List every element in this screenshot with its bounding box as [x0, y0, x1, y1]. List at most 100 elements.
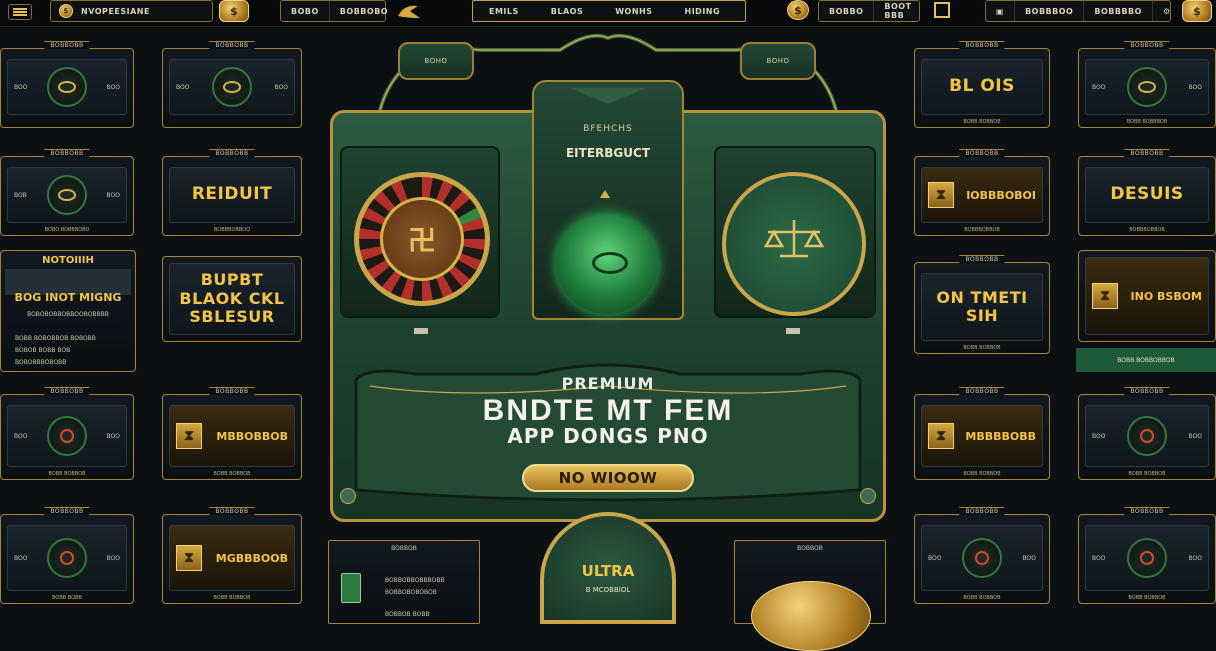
card-tab: BOBBOBB	[209, 149, 255, 157]
card-stat: BOO	[14, 83, 28, 91]
info-line: BOBBOBBOBBBOBB	[385, 577, 445, 584]
promo-card[interactable]: BOBBOBB REIDUIT BOBBBOBBOO	[162, 149, 302, 236]
card-tab: BOBBOBB	[959, 149, 1005, 157]
game-ring-icon	[46, 175, 87, 215]
gold-coin-icon	[751, 581, 871, 651]
topbar-group-2: BOBBO BOOT BBB	[818, 0, 920, 22]
promo-card[interactable]: BUPBT BLAOK CKL SBLESUR	[162, 256, 302, 342]
game-card[interactable]: BOBBOBB BOO BOO BOBB BOBBOB	[914, 507, 1050, 604]
info-title: BOBBOB	[391, 545, 417, 552]
center-subtitle: BFEHCHS	[583, 124, 633, 134]
bottom-info-card[interactable]: BOBBOB	[734, 540, 886, 651]
nav-item[interactable]: HIDING	[669, 1, 737, 21]
reward-card[interactable]: BOBBOBB ⧗ IOBBBOBOI BOBBBOBBOB	[914, 149, 1050, 236]
topbar-item[interactable]: BOBBOBO	[330, 1, 398, 21]
card-footer: BOBB BOBBOB	[213, 471, 251, 477]
reward-label: MGBBBOOB	[215, 551, 288, 565]
nav-item[interactable]: BLAOS	[535, 1, 599, 21]
green-action-bar[interactable]: BOBB BOBBOBBOB	[1076, 348, 1216, 372]
indicator	[414, 328, 428, 334]
info-line: BOBBOB BOBB	[385, 611, 430, 618]
info-line: BOBBOBOBOBOB	[385, 589, 437, 596]
dollar-coin-icon[interactable]: $	[219, 0, 249, 22]
topbar-item[interactable]: BOBO	[281, 1, 330, 21]
game-card[interactable]: BOBBOBB BOB BOO BOBO BOBBBOBO	[0, 149, 134, 236]
card-footer: BOBBBOBBOB	[964, 227, 1000, 233]
game-card[interactable]: BOBBOBB BOO BOO BOBB BOBB	[0, 507, 134, 604]
card-stat: BOO	[1092, 83, 1106, 91]
card-tab: BOBBOBB	[209, 507, 255, 515]
game-card[interactable]: BOBBOBB BOO BOO	[162, 41, 302, 128]
reward-label: INO BSBOM	[1130, 289, 1202, 303]
coin-icon[interactable]: $	[787, 0, 809, 20]
dollar-coin-icon[interactable]: $	[1182, 0, 1212, 22]
settings-icon[interactable]: ⚙	[1153, 1, 1181, 21]
card-stat: BOO	[1092, 554, 1106, 562]
bolt-icon	[860, 488, 876, 504]
card-stat: BOO	[106, 554, 120, 562]
card-tab: BOBBOBB	[44, 387, 90, 395]
topbar-item[interactable]: BOBBBBO	[1084, 1, 1153, 21]
card-tab: BOBBOBB	[1124, 387, 1170, 395]
game-card[interactable]: BOBBOBB BOO BOO BOBB BOBBBOB	[1078, 41, 1216, 128]
topbar-item[interactable]: BOOT BBB	[874, 1, 921, 21]
hourglass-icon: ⧗	[176, 545, 202, 571]
promo-title: DESUIS	[1110, 184, 1184, 205]
cta-button[interactable]: NO WIOOW	[522, 464, 694, 492]
reward-card[interactable]: BOBBOBB ⧗ MBBBBOBB BOBB BOBBOB	[914, 387, 1050, 480]
card-tab: BOBBOBB	[959, 387, 1005, 395]
bolt-icon	[340, 488, 356, 504]
headline-small: PREMIUM	[561, 374, 655, 393]
reward-card[interactable]: BOBBOBB ⧗ MBBOBBOB BOBB BOBBOB	[162, 387, 302, 480]
promo-card[interactable]: BOBBOBB BL OIS BOBB BOBBOB	[914, 41, 1050, 128]
game-ring-icon	[47, 538, 87, 578]
brand-box[interactable]: $ NVOPEESIANE	[50, 0, 213, 22]
card-stat: BOO	[176, 83, 190, 91]
game-card[interactable]: BOBBOBB BOO BOO BOBB BOBBOB	[1078, 387, 1216, 480]
card-tab: BOBBOBB	[44, 41, 90, 49]
topbar-group-1: BOBO BOBBOBO	[280, 0, 388, 22]
promo-card[interactable]: BOBBOBB ON TMETI SIH BOBB BOBBOB	[914, 255, 1050, 354]
topbar-item[interactable]: BOBBBOO	[1015, 1, 1085, 21]
promo-card[interactable]: BOBBOBB DESUIS BOBBBOBBOB	[1078, 149, 1216, 236]
grid-icon[interactable]	[934, 2, 950, 18]
reward-label: MBBOBBOB	[216, 429, 288, 443]
notice-sub: BOBOBOBBOBBOOBOBBBB	[27, 311, 109, 318]
topbar-item[interactable]: BOBBO	[819, 1, 875, 21]
card-footer: BOBBBOBBOB	[1129, 227, 1165, 233]
nav-item[interactable]: EMILS	[473, 1, 535, 21]
bottom-info-card[interactable]: BOBBOB BOBBOBBOBBBOBB BOBBOBOBOBOB BOBBO…	[328, 540, 480, 624]
card-footer: BOBB BOBBOB	[1128, 595, 1166, 601]
chip-mark	[592, 252, 628, 274]
hourglass-icon: ⧗	[176, 423, 202, 449]
hourglass-icon: ⧗	[928, 182, 954, 208]
card-tab: BOBBOBB	[1124, 507, 1170, 515]
brand-label: NVOPEESIANE	[81, 6, 150, 16]
tab-left[interactable]: BOHO	[398, 42, 474, 80]
hourglass-icon: ⧗	[1092, 283, 1118, 309]
card-tab: BOBBOBB	[959, 507, 1005, 515]
info-title: BOBBOB	[797, 545, 823, 552]
card-footer: BOBB BOBBOB	[963, 471, 1001, 477]
scales-icon	[760, 212, 828, 272]
logo-icon	[396, 2, 422, 20]
phone-icon	[341, 573, 361, 603]
notice-headline: BOG INOT MIGNG	[14, 291, 122, 304]
game-card[interactable]: BOBBOBB BOO BOO BOBB BOBBOB	[0, 387, 134, 480]
nav-item[interactable]: WONHS	[599, 1, 668, 21]
card-footer: BOBB BOBBOB	[963, 345, 1001, 351]
reward-card[interactable]: BOBBOBB ⧗ MGBBBOOB BOBB BOBBOB	[162, 507, 302, 604]
card-footer: BOBB BOBBOB	[963, 119, 1001, 125]
card-footer: BOBB BOBB	[52, 595, 82, 601]
square-icon[interactable]: ▣	[986, 1, 1016, 21]
promo-title: REIDUIT	[191, 184, 273, 205]
reward-card[interactable]: ⧗ INO BSBOM	[1078, 250, 1216, 342]
menu-icon[interactable]	[8, 4, 32, 20]
card-tab: BOBBOBB	[209, 387, 255, 395]
tab-right[interactable]: BOHO	[740, 42, 816, 80]
game-ring-icon	[1127, 67, 1167, 107]
notice-card[interactable]: NOTOIIIH BOG INOT MIGNG BOBOBOBBOBBOOBOB…	[0, 250, 136, 372]
game-card[interactable]: BOBBOBB BOO BOO BOBB BOBBOB	[1078, 507, 1216, 604]
reward-label: IOBBBOBOI	[966, 188, 1036, 202]
game-card[interactable]: BOBBOBB BOO BOO	[0, 41, 134, 128]
